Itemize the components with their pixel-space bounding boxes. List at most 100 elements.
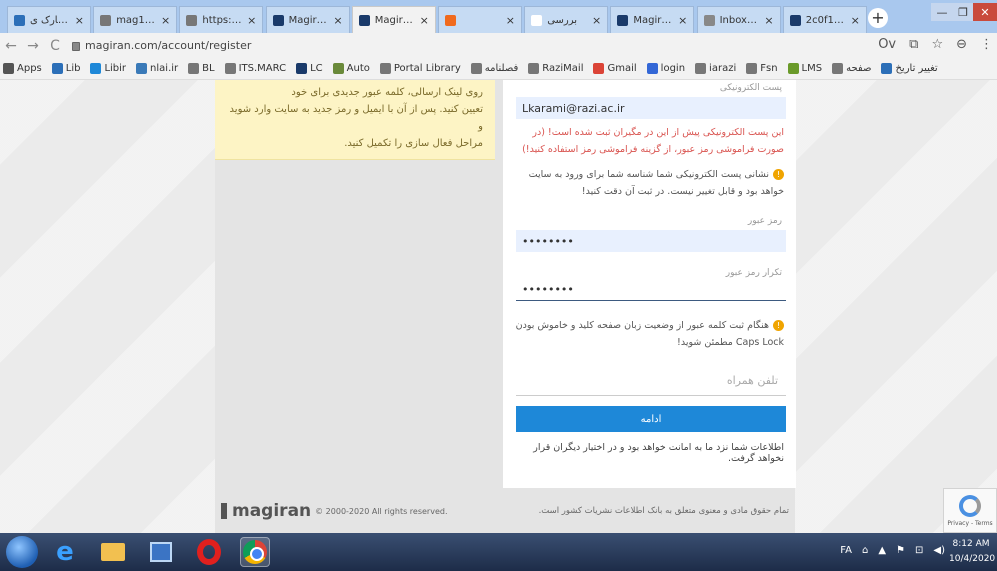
tab[interactable]: mag1.png (× — [93, 6, 178, 33]
bookmark-item[interactable]: LMS — [787, 63, 822, 74]
bookmark-icon — [470, 63, 482, 74]
bookmark-item[interactable]: nlai.ir — [136, 63, 178, 74]
bookmark-item[interactable]: RaziMail — [528, 63, 583, 74]
bookmark-item[interactable]: login — [646, 63, 685, 74]
network-icon[interactable]: ⊡ — [915, 545, 923, 556]
password-label: رمز عبور — [747, 216, 782, 226]
internet-explorer-icon[interactable]: e — [50, 537, 80, 567]
tab-title: بررسی — [547, 14, 578, 26]
continue-button[interactable]: ادامه — [516, 406, 786, 432]
bookmark-item[interactable]: Auto — [332, 63, 370, 74]
bookmark-label: iarazi — [709, 63, 737, 74]
chrome-icon[interactable] — [240, 537, 270, 567]
address-bar[interactable]: magiran.com/account/register — [72, 36, 251, 56]
tab-close-icon[interactable]: × — [678, 14, 687, 27]
tab-close-icon[interactable]: × — [161, 14, 170, 27]
recaptcha-badge[interactable]: Privacy - Terms — [943, 488, 997, 533]
bookmark-label: RaziMail — [542, 63, 584, 74]
bookmark-item[interactable]: فصلنامه — [470, 63, 518, 74]
bookmark-item[interactable]: تغییر تاریخ — [881, 63, 938, 74]
email-field[interactable]: Lkarami@razi.ac.ir — [516, 97, 786, 119]
clock-date: 10/4/2020 — [949, 554, 996, 564]
clock-time: 8:12 AM — [952, 539, 990, 549]
tab-title: Magiran | ث — [374, 15, 415, 26]
tab[interactable]: بررسی × — [524, 6, 609, 33]
close-window-button[interactable]: ✕ — [973, 3, 997, 21]
bookmark-item[interactable]: Portal Library — [379, 63, 461, 74]
tab[interactable]: × — [438, 6, 522, 33]
bookmark-icon — [332, 63, 344, 74]
language-indicator[interactable]: FA — [840, 545, 852, 556]
bookmark-icon — [881, 63, 893, 74]
notice-line: تعیین کنید. پس از آن با ایمیل و رمز جدید… — [229, 104, 483, 132]
phone-field-label[interactable]: تلفن همراه — [727, 374, 778, 387]
volume-icon[interactable]: ◀) — [933, 545, 945, 556]
extension-icon[interactable]: Ov — [878, 37, 896, 52]
confirm-password-field[interactable]: •••••••• — [516, 279, 786, 301]
info-icon: ! — [773, 169, 784, 180]
tab-close-icon[interactable]: × — [420, 14, 429, 27]
lock-icon — [72, 42, 80, 51]
page-footer: magiran © 2000-2020 All rights reserved.… — [215, 489, 795, 533]
tab-active[interactable]: Magiran | ث × — [351, 6, 436, 34]
desktop-icon[interactable]: ⌂ — [862, 545, 868, 556]
new-tab-button[interactable]: + — [868, 8, 888, 28]
bookmark-item[interactable]: Lib — [51, 63, 80, 74]
bookmark-icon — [746, 63, 758, 74]
bookmark-item[interactable]: Apps — [3, 63, 42, 74]
action-center-icon[interactable]: ⚑ — [896, 545, 905, 556]
bookmark-item[interactable]: BL — [188, 63, 215, 74]
tab-close-icon[interactable]: × — [247, 14, 256, 27]
bookmark-item[interactable]: Fsn — [746, 63, 778, 74]
tray-expand-icon[interactable]: ▲ — [878, 545, 886, 556]
media-player-icon[interactable] — [146, 537, 176, 567]
bookmark-label: Auto — [346, 63, 370, 74]
system-tray: FA ⌂ ▲ ⚑ ⊡ ◀) — [840, 545, 945, 556]
forward-button[interactable]: → — [22, 38, 44, 54]
tab-close-icon[interactable]: × — [75, 14, 84, 27]
bookmark-label: Gmail — [607, 63, 637, 74]
bookmark-item[interactable]: ITS.MARC — [224, 63, 286, 74]
bookmark-label: Portal Library — [393, 63, 461, 74]
tab[interactable]: Inbox | Tah × — [696, 6, 781, 33]
tab-close-icon[interactable]: × — [592, 14, 601, 27]
tab-close-icon[interactable]: × — [851, 14, 860, 27]
bookmark-item[interactable]: iarazi — [695, 63, 736, 74]
phone-field[interactable] — [516, 395, 786, 396]
windows-taskbar: e FA ⌂ ▲ ⚑ ⊡ ◀) 8:12 AM 10/4/2020 — [0, 533, 997, 571]
bookmark-label: Apps — [17, 63, 42, 74]
tab-search-icon[interactable]: ⧉ — [909, 37, 918, 52]
tab-close-icon[interactable]: × — [506, 14, 515, 27]
back-button[interactable]: ← — [0, 38, 22, 54]
magiran-logo[interactable]: magiran © 2000-2020 All rights reserved. — [221, 501, 448, 521]
tab-close-icon[interactable]: × — [764, 14, 773, 27]
bookmark-star-icon[interactable]: ☆ — [931, 37, 943, 52]
opera-icon[interactable] — [194, 537, 224, 567]
clock[interactable]: 8:12 AM 10/4/2020 — [949, 537, 996, 567]
bookmark-item[interactable]: Libir — [90, 63, 126, 74]
bookmark-item[interactable]: LC — [296, 63, 323, 74]
bookmark-icon — [90, 63, 102, 74]
menu-icon[interactable]: ⋮ — [980, 37, 993, 52]
bookmark-icon — [695, 63, 707, 74]
reload-button[interactable]: C — [44, 38, 66, 54]
bookmark-item[interactable]: Gmail — [593, 63, 637, 74]
password-field[interactable]: •••••••• — [516, 230, 786, 252]
minimize-button[interactable]: — — [931, 3, 953, 21]
notice-box: روی لینک ارسالی، کلمه عبور جدیدی برای خو… — [215, 80, 495, 160]
maximize-button[interactable]: ❐ — [953, 3, 973, 21]
notice-line: مراحل فعال سازی را تکمیل کنید. — [344, 138, 483, 149]
profile-icon[interactable]: ⊖ — [956, 37, 967, 52]
info-icon: ! — [773, 320, 784, 331]
recaptcha-text: Privacy - Terms — [947, 519, 993, 527]
file-explorer-icon[interactable] — [98, 537, 128, 567]
tab[interactable]: https://ba × — [179, 6, 264, 33]
bookmark-icon — [3, 63, 14, 74]
bookmark-item[interactable]: صفحه — [832, 63, 871, 74]
tab[interactable]: Magiran | × — [610, 6, 695, 33]
tab[interactable]: پایگاه داده پارک ی × — [7, 6, 91, 33]
tab[interactable]: 2c0f1d15-f × — [782, 6, 867, 33]
tab[interactable]: Magiran | س × — [265, 6, 350, 33]
start-button[interactable] — [6, 536, 38, 568]
tab-close-icon[interactable]: × — [333, 14, 342, 27]
